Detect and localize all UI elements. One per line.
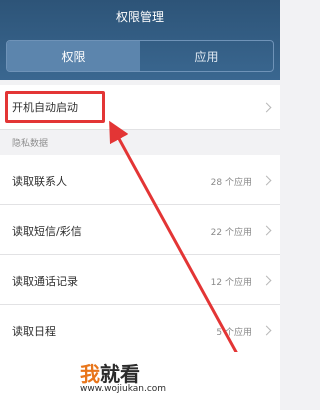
row-count: 5 个应用 <box>216 328 252 338</box>
list-item-sms[interactable]: 读取短信/彩信 22 个应用 <box>0 205 280 255</box>
page-title: 权限管理 <box>115 10 164 24</box>
list-item-calllog[interactable]: 读取通话记录 12 个应用 <box>0 255 280 305</box>
row-label: 读取联系人 <box>12 175 67 188</box>
watermark: 我就看 www.wojiukan.com <box>0 352 280 410</box>
list-item-calendar[interactable]: 读取日程 5 个应用 <box>0 305 280 355</box>
chevron-right-icon <box>261 275 272 286</box>
chevron-right-icon <box>261 102 272 113</box>
row-count: 22 个应用 <box>210 228 252 238</box>
highlight-box <box>5 91 105 123</box>
row-label: 读取日程 <box>12 325 56 338</box>
chevron-right-icon <box>261 175 272 186</box>
watermark-url: www.wojiukan.com <box>80 384 167 394</box>
segmented-control: 权限 应用 <box>6 40 274 72</box>
section-label: 隐私数据 <box>12 139 49 149</box>
section-header-privacy: 隐私数据 <box>0 130 280 154</box>
chevron-right-icon <box>261 225 272 236</box>
watermark-logo: 我就看 <box>80 362 140 386</box>
row-count: 28 个应用 <box>210 178 252 188</box>
row-label: 读取通话记录 <box>12 275 78 288</box>
row-label: 读取短信/彩信 <box>12 225 82 238</box>
app-header: 权限管理 权限 应用 <box>0 0 280 80</box>
tab-apps[interactable]: 应用 <box>140 41 273 71</box>
chevron-right-icon <box>261 325 272 336</box>
row-count: 12 个应用 <box>210 278 252 288</box>
tab-permissions[interactable]: 权限 <box>7 41 140 71</box>
list-item-contacts[interactable]: 读取联系人 28 个应用 <box>0 155 280 205</box>
